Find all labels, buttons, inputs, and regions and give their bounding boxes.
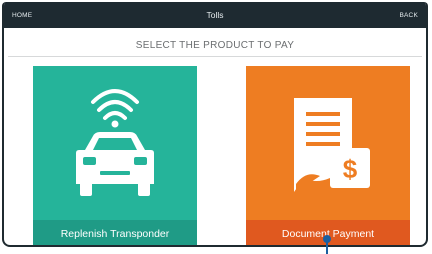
- car-transponder-icon: [76, 89, 154, 196]
- instruction-text: SELECT THE PRODUCT TO PAY: [135, 40, 295, 51]
- page-title: Tolls: [206, 10, 224, 20]
- document-payment-tile[interactable]: $ Document Payment: [246, 66, 410, 245]
- svg-text:$: $: [343, 154, 358, 184]
- device-screen: HOME Tolls BACK SELECT THE PRODUCT TO PA…: [2, 2, 428, 247]
- back-button[interactable]: BACK: [399, 12, 418, 19]
- replenish-transponder-tile[interactable]: Replenish Transponder: [33, 66, 197, 245]
- document-payment-icon: $: [294, 98, 370, 192]
- home-button[interactable]: HOME: [12, 12, 32, 19]
- touch-pointer-icon: [323, 235, 331, 254]
- divider: [8, 56, 422, 57]
- top-bar: HOME Tolls BACK: [4, 2, 426, 28]
- tile-label: Replenish Transponder: [33, 220, 197, 245]
